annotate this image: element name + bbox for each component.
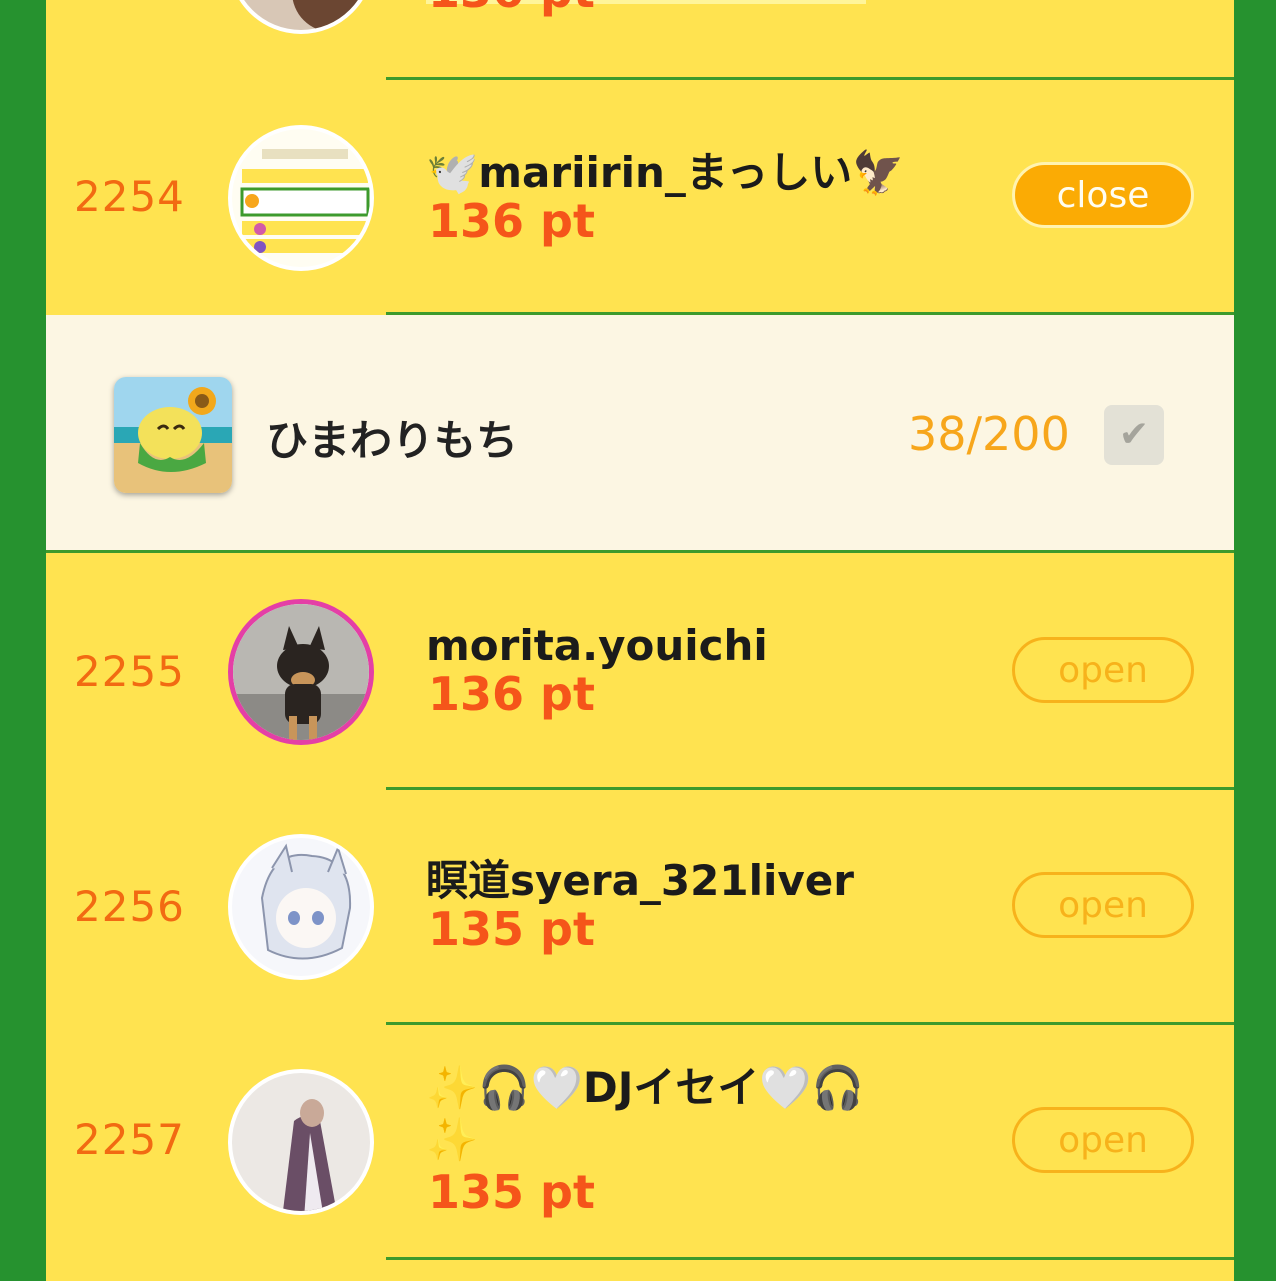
ranking-row[interactable]: 2256 瞑道syera_321liver 135 pt open	[46, 790, 1234, 1025]
rank-number: 2255	[74, 647, 185, 696]
user-name: morita.youichi	[426, 621, 768, 670]
app-screenshot-avatar-icon[interactable]	[228, 125, 374, 271]
open-button[interactable]: open	[1012, 1107, 1194, 1173]
user-avatar[interactable]	[228, 0, 374, 34]
person-photo-avatar-icon[interactable]	[228, 1069, 374, 1215]
checkmark-icon[interactable]: ✔	[1104, 405, 1164, 465]
mission-title: ひまわりもち	[266, 416, 519, 465]
user-points: 135 pt	[428, 1165, 595, 1219]
sunflower-mochi-icon	[114, 377, 232, 493]
open-button[interactable]: open	[1012, 637, 1194, 703]
user-name: ✨🎧🤍DJイセイ🤍🎧	[426, 1063, 864, 1112]
row-divider	[386, 1257, 1234, 1260]
rank-number: 2256	[74, 882, 185, 931]
user-name-wrap: ✨	[426, 1115, 479, 1164]
ranking-list[interactable]: 136 pt 2254 🕊️mariirin_まっしい🦅 136 pt clos…	[46, 0, 1234, 1281]
user-points: 136 pt	[428, 667, 595, 721]
mission-progress: 38/200	[908, 407, 1070, 461]
ranking-row[interactable]: 2254 🕊️mariirin_まっしい🦅 136 pt close	[46, 80, 1234, 315]
user-name: 瞑道syera_321liver	[426, 856, 854, 905]
ranking-row[interactable]: 2257 ✨🎧🤍DJイセイ🤍🎧 ✨ 135 pt open	[46, 1025, 1234, 1260]
user-points: 136 pt	[428, 194, 595, 248]
rank-number: 2257	[74, 1115, 185, 1164]
user-points: 135 pt	[428, 902, 595, 956]
open-button[interactable]: open	[1012, 872, 1194, 938]
close-button[interactable]: close	[1012, 162, 1194, 228]
anime-girl-avatar-icon[interactable]	[228, 834, 374, 980]
mission-panel[interactable]: ひまわりもち 38/200 ✔	[46, 315, 1234, 553]
user-name: 🕊️mariirin_まっしい🦅	[426, 148, 905, 197]
ranking-row[interactable]: 2255 morita.youichi 136 pt open	[46, 553, 1234, 790]
user-points: 136 pt	[428, 0, 595, 18]
dog-avatar-icon[interactable]	[228, 599, 374, 745]
ranking-row-partial[interactable]: 136 pt	[46, 0, 1234, 80]
rank-number: 2254	[74, 172, 185, 221]
